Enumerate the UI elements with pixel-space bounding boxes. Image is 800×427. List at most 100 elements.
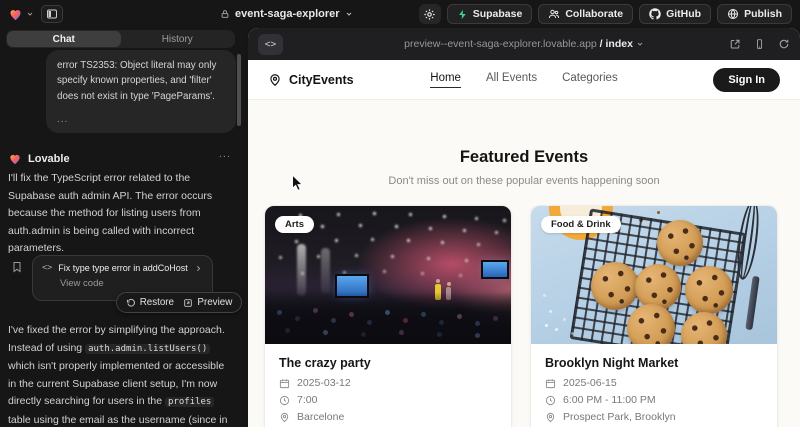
featured-events-subtitle: Don't miss out on these popular events h…: [248, 175, 800, 187]
inline-code-profiles: profiles: [165, 397, 214, 407]
photo-decoration: [265, 206, 270, 211]
event-card-crazy-party[interactable]: Arts The crazy party 2025-03-12: [264, 205, 512, 427]
event-time: 6:00 PM - 11:00 PM: [563, 394, 656, 406]
open-in-new-tab-button[interactable]: [729, 38, 741, 50]
photo-decoration: [735, 206, 769, 344]
nav-categories[interactable]: Categories: [562, 72, 618, 88]
photo-decoration: [265, 292, 511, 344]
lovable-logo-menu[interactable]: [8, 7, 34, 22]
preview-icon: [183, 298, 193, 308]
gear-icon: [423, 8, 436, 21]
assistant-intro-message: I'll fix the TypeScript error related to…: [8, 170, 231, 258]
supabase-label: Supabase: [473, 8, 523, 20]
featured-events-title: Featured Events: [248, 148, 800, 167]
event-date-row: 2025-06-15: [545, 377, 763, 389]
code-view-toggle-button[interactable]: <>: [258, 34, 283, 55]
supabase-button[interactable]: Supabase: [447, 4, 533, 24]
topbar: event-saga-explorer Supabase: [0, 0, 800, 28]
photo-decoration: [591, 262, 639, 310]
restore-label: Restore: [140, 297, 174, 308]
event-title: Brooklyn Night Market: [545, 356, 763, 370]
photo-decoration: [321, 248, 330, 294]
chevron-down-icon: [636, 38, 644, 50]
github-label: GitHub: [666, 8, 701, 20]
settings-button[interactable]: [419, 4, 441, 24]
github-button[interactable]: GitHub: [639, 4, 711, 24]
site-brand[interactable]: CityEvents: [268, 73, 354, 87]
chat-history-tabs: Chat History: [6, 30, 235, 48]
calendar-icon: [545, 378, 556, 389]
code-icon: <>: [42, 263, 52, 273]
site-brand-name: CityEvents: [289, 73, 354, 87]
bookmark-icon[interactable]: [11, 261, 23, 273]
event-date: 2025-06-15: [563, 377, 617, 389]
chevron-down-icon: [345, 10, 353, 18]
chevron-down-icon: [26, 10, 34, 18]
event-card-brooklyn-market[interactable]: Food & Drink Brooklyn Night Market 2025-…: [530, 205, 778, 427]
tab-history[interactable]: History: [121, 31, 235, 47]
lovable-app-window: event-saga-explorer Supabase: [0, 0, 800, 427]
preview-url[interactable]: preview--event-saga-explorer.lovable.app…: [248, 38, 800, 50]
event-location: Barcelone: [297, 411, 344, 423]
clock-icon: [279, 395, 290, 406]
nav-all-events[interactable]: All Events: [486, 72, 537, 88]
event-date-row: 2025-03-12: [279, 377, 497, 389]
event-location-row: Barcelone: [279, 411, 497, 423]
tab-chat[interactable]: Chat: [7, 31, 121, 47]
event-time-row: 6:00 PM - 11:00 PM: [545, 394, 763, 406]
location-pin-icon: [545, 412, 556, 423]
event-time-row: 7:00: [279, 394, 497, 406]
event-card-body: The crazy party 2025-03-12: [265, 344, 511, 427]
collaborate-button[interactable]: Collaborate: [538, 4, 633, 24]
url-host: preview--event-saga-explorer.lovable.app: [404, 38, 597, 50]
user-message-truncation: ...: [57, 114, 225, 125]
photo-decoration: [483, 262, 507, 277]
collaborate-label: Collaborate: [565, 8, 623, 20]
site-header: CityEvents Home All Events Categories Si…: [248, 60, 800, 100]
event-title: The crazy party: [279, 356, 497, 370]
restore-icon: [126, 298, 136, 308]
publish-button[interactable]: Publish: [717, 4, 792, 24]
location-pin-icon: [279, 412, 290, 423]
publish-label: Publish: [744, 8, 782, 20]
project-switcher[interactable]: event-saga-explorer: [220, 0, 353, 28]
photo-decoration: [269, 210, 272, 213]
lock-icon: [220, 9, 230, 19]
preview-label: Preview: [197, 297, 232, 308]
photo-decoration: [635, 264, 681, 310]
lovable-heart-icon: [8, 7, 23, 22]
preview-site: CityEvents Home All Events Categories Si…: [248, 60, 800, 427]
event-image-cookies: Food & Drink: [531, 206, 777, 344]
event-location-row: Prospect Park, Brooklyn: [545, 411, 763, 423]
restore-button[interactable]: Restore: [126, 297, 174, 308]
photo-decoration: [685, 266, 733, 314]
tool-call-title: Fix type type error in addCoHost: [58, 263, 188, 273]
chevron-right-icon: [194, 264, 203, 273]
url-path: / index: [600, 38, 633, 50]
refresh-button[interactable]: [778, 38, 790, 50]
device-toggle-button[interactable]: [754, 38, 765, 50]
category-badge: Food & Drink: [541, 216, 621, 233]
preview-panel: <> preview--event-saga-explorer.lovable.…: [248, 28, 800, 427]
supabase-bolt-icon: [457, 9, 468, 20]
location-pin-icon: [268, 73, 282, 87]
people-icon: [548, 8, 560, 20]
sidebar-toggle-button[interactable]: [41, 5, 63, 23]
photo-decoration: [545, 324, 548, 327]
message-options-button[interactable]: ...: [219, 148, 231, 160]
photo-decoration: [627, 304, 675, 344]
event-image-conference: Arts: [265, 206, 511, 344]
sidebar-scrollbar-thumb[interactable]: [237, 54, 241, 126]
event-time: 7:00: [297, 394, 317, 406]
nav-home[interactable]: Home: [430, 72, 461, 88]
sign-in-button[interactable]: Sign In: [713, 68, 780, 92]
photo-decoration: [297, 244, 306, 296]
preview-browser-bar: <> preview--event-saga-explorer.lovable.…: [248, 28, 800, 60]
calendar-icon: [279, 378, 290, 389]
assistant-name: Lovable: [28, 153, 70, 165]
project-name: event-saga-explorer: [235, 8, 340, 20]
user-message-bubble: error TS2353: Object literal may only sp…: [46, 50, 236, 133]
view-code-link[interactable]: View code: [60, 278, 203, 289]
preview-button[interactable]: Preview: [183, 297, 232, 308]
panel-icon: [46, 8, 58, 20]
